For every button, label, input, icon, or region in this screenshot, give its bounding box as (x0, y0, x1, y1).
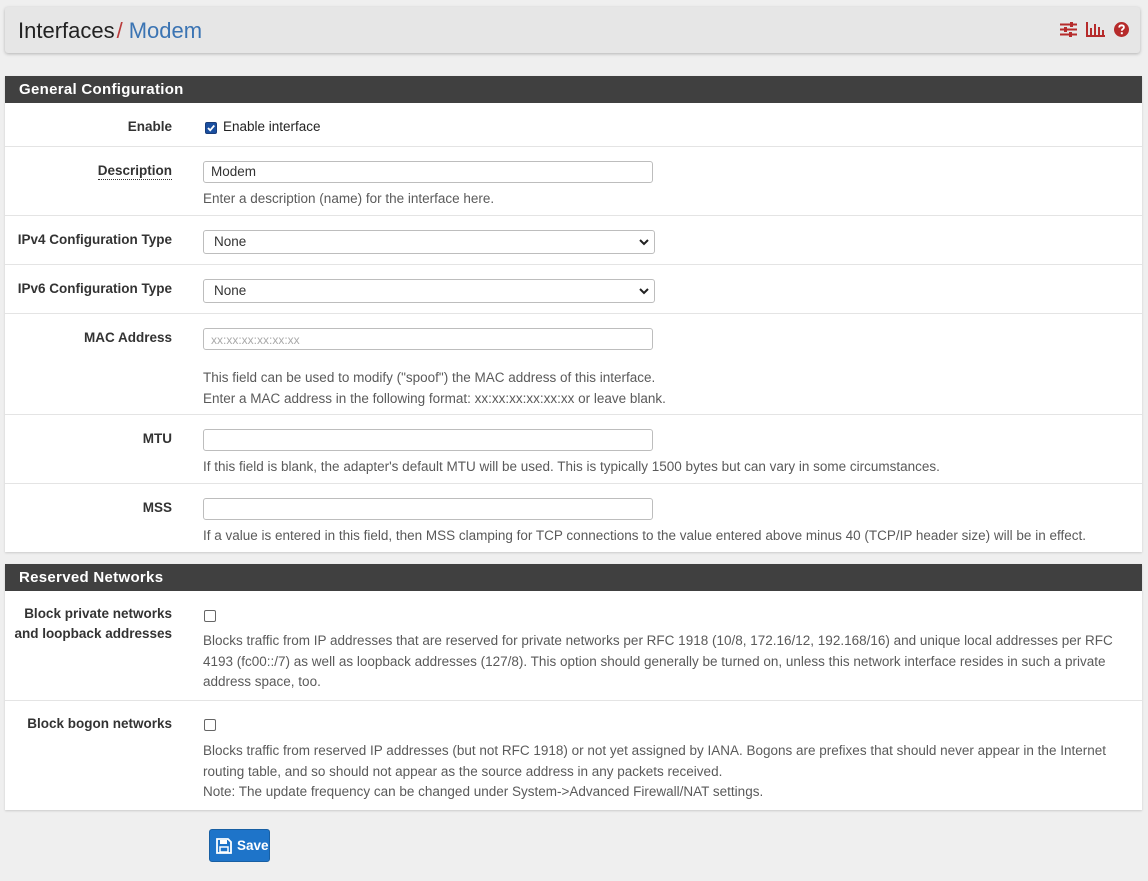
mac-help: This field can be used to modify ("spoof… (203, 368, 1134, 409)
mss-help: If a value is entered in this field, the… (203, 528, 1086, 543)
mtu-label: MTU (142, 431, 172, 446)
description-help: Enter a description (name) for the inter… (203, 191, 495, 206)
ipv4-select-value: None (214, 234, 247, 249)
ipv6-label: IPv6 Configuration Type (17, 281, 172, 296)
block-private-checkbox[interactable] (204, 610, 216, 622)
mac-label: MAC Address (83, 330, 172, 345)
mac-row: MAC Address xx:xx:xx:xx:xx:xx This field… (5, 314, 1142, 415)
block-private-label-line2: and loopback addresses (14, 626, 172, 641)
block-private-row: Block private networks and loopback addr… (5, 591, 1142, 701)
mss-label: MSS (142, 500, 172, 515)
general-configuration-panel: General Configuration Enable Enable inte… (5, 76, 1142, 552)
breadcrumb-current[interactable]: Modem (129, 18, 202, 43)
ipv4-select[interactable]: None (203, 230, 655, 254)
block-bogon-help-line2: Note: The update frequency can be change… (203, 784, 764, 799)
general-configuration-header: General Configuration (5, 76, 1142, 103)
mtu-help: If this field is blank, the adapter's de… (203, 459, 940, 474)
block-bogon-help-line1: Blocks traffic from reserved IP addresse… (203, 743, 1106, 779)
breadcrumb-separator: / (116, 18, 123, 43)
chevron-down-icon (639, 288, 649, 295)
ipv6-select[interactable]: None (203, 279, 655, 303)
mac-help-line1: This field can be used to modify ("spoof… (203, 370, 656, 385)
mtu-input[interactable] (203, 429, 653, 451)
description-row: Description Modem Enter a description (n… (5, 147, 1142, 216)
reserved-networks-panel: Reserved Networks Block private networks… (5, 564, 1142, 810)
save-button-label: Save (237, 838, 269, 853)
description-input[interactable]: Modem (203, 161, 653, 183)
sliders-icon[interactable] (1060, 22, 1077, 37)
enable-label: Enable (127, 119, 172, 134)
mss-input[interactable] (203, 498, 653, 520)
block-private-label: Block private networks and loopback addr… (5, 604, 172, 644)
ipv6-select-value: None (214, 283, 247, 298)
chevron-down-icon (639, 239, 649, 246)
mac-input[interactable]: xx:xx:xx:xx:xx:xx (203, 328, 653, 350)
mtu-row: MTU If this field is blank, the adapter'… (5, 415, 1142, 484)
breadcrumb: Interfaces/Modem (18, 18, 202, 44)
enable-row: Enable Enable interface (5, 103, 1142, 147)
reserved-networks-header: Reserved Networks (5, 564, 1142, 591)
block-bogon-help: Blocks traffic from reserved IP addresse… (203, 741, 1134, 803)
block-bogon-row: Block bogon networks Blocks traffic from… (5, 701, 1142, 810)
breadcrumb-bar: Interfaces/Modem (5, 7, 1140, 53)
breadcrumb-parent[interactable]: Interfaces (18, 18, 115, 43)
block-bogon-label: Block bogon networks (27, 716, 172, 731)
save-button[interactable]: Save (209, 829, 270, 862)
block-bogon-checkbox[interactable] (204, 719, 216, 731)
block-private-label-line1: Block private networks (24, 606, 172, 621)
save-icon (216, 838, 232, 854)
description-label: Description (97, 163, 172, 180)
enable-checkbox-label[interactable]: Enable interface (223, 119, 321, 134)
mss-row: MSS If a value is entered in this field,… (5, 484, 1142, 552)
ipv4-label: IPv4 Configuration Type (17, 232, 172, 247)
mac-help-line2: Enter a MAC address in the following for… (203, 390, 666, 406)
ipv6-row: IPv6 Configuration Type None (5, 265, 1142, 314)
ipv4-row: IPv4 Configuration Type None (5, 216, 1142, 265)
block-private-help: Blocks traffic from IP addresses that ar… (203, 633, 1113, 689)
bar-chart-icon[interactable] (1086, 22, 1105, 37)
enable-checkbox[interactable] (205, 122, 217, 134)
help-icon[interactable] (1114, 22, 1129, 37)
